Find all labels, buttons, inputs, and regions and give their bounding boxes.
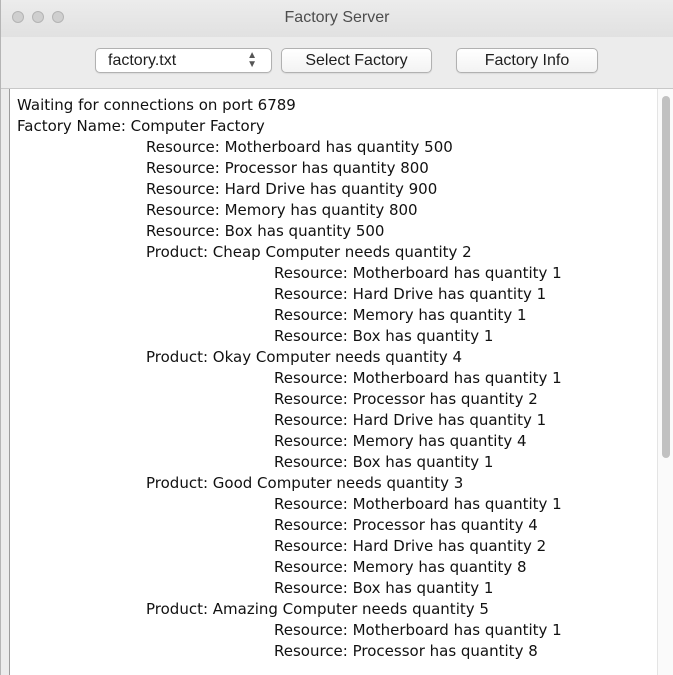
log-line: Resource: Motherboard has quantity 1 <box>274 369 562 387</box>
log-line: Resource: Box has quantity 1 <box>274 327 494 345</box>
log-line: Resource: Memory has quantity 800 <box>146 201 418 219</box>
log-line: Resource: Processor has quantity 4 <box>274 516 538 534</box>
log-line: Resource: Processor has quantity 800 <box>146 159 429 177</box>
factory-server-window: Factory Server factory.txt ▲ ▼ Select Fac… <box>0 0 673 675</box>
log-line: Factory Name: Computer Factory <box>17 117 265 135</box>
log-lines: Waiting for connections on port 6789 Fact… <box>17 95 657 662</box>
factory-file-select[interactable]: factory.txt ▲ ▼ <box>95 48 272 73</box>
log-line: Product: Cheap Computer needs quantity 2 <box>146 243 472 261</box>
log-text-area[interactable]: Waiting for connections on port 6789 Fact… <box>9 89 665 675</box>
log-line: Resource: Memory has quantity 4 <box>274 432 527 450</box>
log-line: Waiting for connections on port 6789 <box>17 96 296 114</box>
log-line: Resource: Box has quantity 500 <box>146 222 385 240</box>
factory-file-select-value: factory.txt <box>108 52 177 69</box>
log-line: Resource: Hard Drive has quantity 2 <box>274 537 547 555</box>
window-title: Factory Server <box>284 9 390 26</box>
log-line: Product: Okay Computer needs quantity 4 <box>146 348 463 366</box>
log-line: Resource: Motherboard has quantity 1 <box>274 264 562 282</box>
log-line: Product: Amazing Computer needs quantity… <box>146 600 489 618</box>
factory-info-button[interactable]: Factory Info <box>456 48 598 73</box>
updown-chevron-icon: ▲ ▼ <box>247 50 257 70</box>
log-line: Resource: Box has quantity 1 <box>274 579 494 597</box>
vertical-scrollbar[interactable] <box>657 89 673 675</box>
log-line: Resource: Motherboard has quantity 500 <box>146 138 453 156</box>
log-line: Resource: Processor has quantity 2 <box>274 390 538 408</box>
title-bar[interactable]: Factory Server <box>1 0 673 37</box>
toolbar: factory.txt ▲ ▼ Select Factory Factory In… <box>1 37 673 89</box>
log-line: Resource: Hard Drive has quantity 900 <box>146 180 438 198</box>
log-line: Resource: Box has quantity 1 <box>274 453 494 471</box>
log-line: Resource: Motherboard has quantity 1 <box>274 621 562 639</box>
log-line: Product: Good Computer needs quantity 3 <box>146 474 464 492</box>
log-line: Resource: Hard Drive has quantity 1 <box>274 285 547 303</box>
select-factory-button[interactable]: Select Factory <box>281 48 432 73</box>
log-line: Resource: Memory has quantity 1 <box>274 306 527 324</box>
log-line: Resource: Memory has quantity 8 <box>274 558 527 576</box>
log-line: Resource: Motherboard has quantity 1 <box>274 495 562 513</box>
scrollbar-thumb[interactable] <box>662 96 670 458</box>
log-line: Resource: Processor has quantity 8 <box>274 642 538 660</box>
log-line: Resource: Hard Drive has quantity 1 <box>274 411 547 429</box>
